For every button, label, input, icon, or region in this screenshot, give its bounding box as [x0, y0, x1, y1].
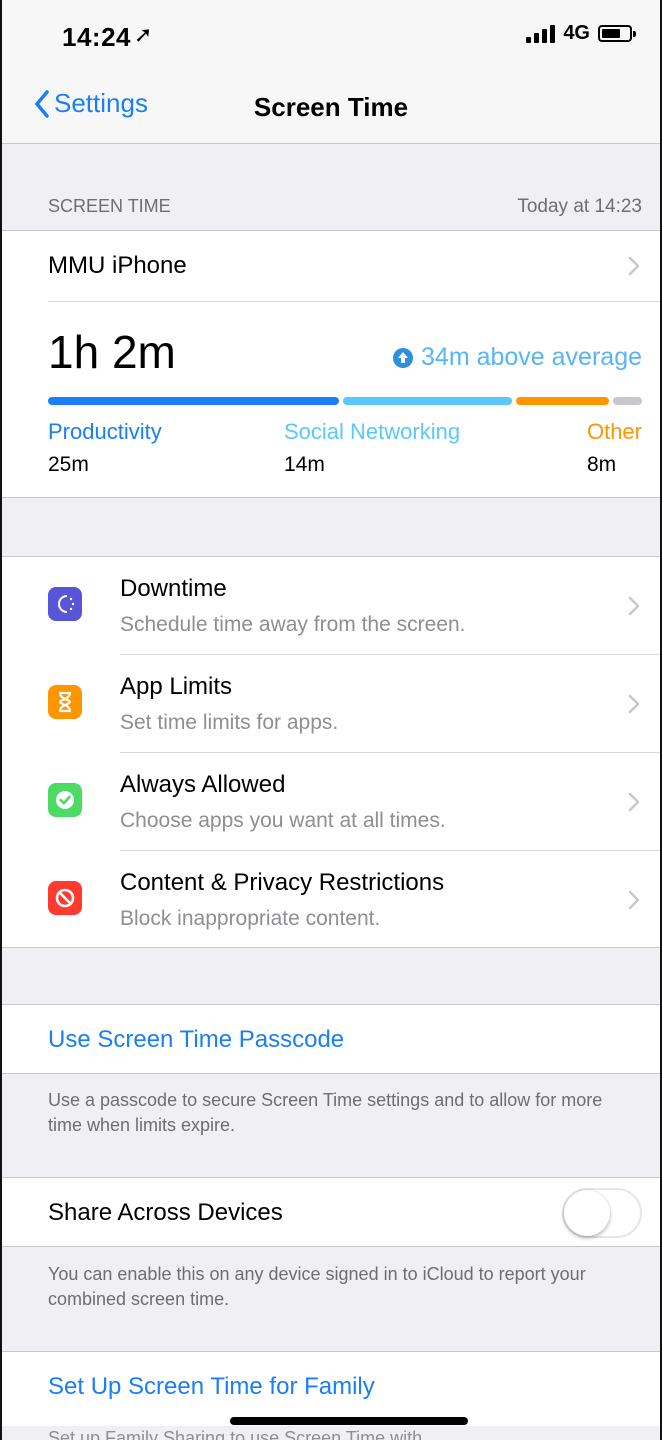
category-time: 8m [586, 453, 617, 476]
toggle-knob [564, 1190, 610, 1236]
app-limits-row[interactable]: App Limits Set time limits for apps. [2, 655, 660, 753]
category-name: Social Networking [284, 419, 461, 444]
feature-title: Always Allowed [120, 771, 286, 798]
family-setup-button[interactable]: Set Up Screen Time for Family [2, 1352, 660, 1422]
passcode-group: Use Screen Time Passcode [2, 1004, 660, 1074]
chevron-right-icon [628, 596, 640, 616]
share-across-devices-row: Share Across Devices [2, 1178, 660, 1248]
family-footnote: Set up Family Sharing to use Screen Time… [48, 1428, 423, 1440]
status-bar: 14:24 ➚ 4G [2, 0, 660, 70]
usage-summary-group: MMU iPhone 1h 2m 34m above average Produ… [2, 230, 660, 498]
home-indicator[interactable] [230, 1417, 468, 1425]
feature-subtitle: Set time limits for apps. [120, 711, 339, 734]
share-across-devices-toggle[interactable] [562, 1188, 642, 1238]
feature-subtitle: Choose apps you want at all times. [120, 809, 446, 832]
category-productivity: Productivity 25m [48, 419, 162, 477]
share-footnote: You can enable this on any device signed… [48, 1264, 586, 1309]
network-type: 4G [563, 22, 590, 44]
location-arrow-icon: ➚ [134, 22, 153, 47]
chevron-right-icon [628, 694, 640, 714]
chevron-right-icon [628, 890, 640, 910]
feature-title: Content & Privacy Restrictions [120, 869, 445, 896]
usage-bar [48, 397, 642, 405]
usage-bar-segment [613, 397, 642, 405]
family-group: Set Up Screen Time for Family [2, 1351, 660, 1426]
category-other: Other 8m [587, 419, 642, 477]
category-social-networking: Social Networking 14m [284, 419, 460, 477]
always-allowed-row[interactable]: Always Allowed Choose apps you want at a… [2, 753, 660, 851]
arrow-up-circle-icon [393, 347, 414, 368]
downtime-icon [48, 587, 82, 621]
restriction-icon [48, 881, 82, 915]
section-label: SCREEN TIME [48, 196, 171, 216]
share-label: Share Across Devices [48, 1199, 283, 1226]
signal-icon [526, 24, 556, 43]
battery-icon [598, 25, 636, 42]
screen-time-section-header: SCREEN TIME Today at 14:23 [48, 196, 642, 218]
page-title: Screen Time [253, 92, 409, 122]
category-time: 25m [48, 453, 89, 476]
navigation-bar: Settings Screen Time [2, 70, 660, 144]
share-group: Share Across Devices [2, 1177, 660, 1247]
downtime-row[interactable]: Downtime Schedule time away from the scr… [2, 557, 660, 655]
phone-screen: 14:24 ➚ 4G Settings Screen Time SCREEN T… [0, 0, 662, 1440]
checkmark-badge-icon [48, 783, 82, 817]
category-time: 14m [284, 453, 325, 476]
category-name: Other [586, 419, 642, 444]
divider [48, 301, 660, 302]
average-comparison: 34m above average [393, 343, 642, 372]
feature-title: Downtime [120, 575, 227, 602]
use-passcode-button[interactable]: Use Screen Time Passcode [2, 1005, 660, 1075]
feature-subtitle: Block inappropriate content. [120, 907, 381, 930]
chevron-right-icon [628, 792, 640, 812]
feature-title: App Limits [120, 673, 233, 700]
category-name: Productivity [48, 419, 162, 444]
average-note: 34m above average [421, 343, 642, 371]
status-time: 14:24 [62, 22, 131, 52]
chevron-right-icon [628, 256, 640, 276]
usage-bar-segment [515, 397, 610, 405]
device-name: MMU iPhone [48, 252, 187, 279]
total-screen-time: 1h 2m [48, 326, 176, 378]
content-privacy-row[interactable]: Content & Privacy Restrictions Block ina… [2, 851, 660, 949]
device-row[interactable]: MMU iPhone [2, 231, 660, 301]
hourglass-icon [48, 685, 82, 719]
passcode-footnote: Use a passcode to secure Screen Time set… [48, 1090, 603, 1135]
usage-bar-segment [48, 397, 339, 405]
status-indicators: 4G [526, 22, 636, 45]
usage-bar-segment [343, 397, 512, 405]
features-group: Downtime Schedule time away from the scr… [2, 556, 660, 948]
feature-subtitle: Schedule time away from the screen. [120, 613, 466, 636]
updated-timestamp: Today at 14:23 [517, 196, 642, 217]
